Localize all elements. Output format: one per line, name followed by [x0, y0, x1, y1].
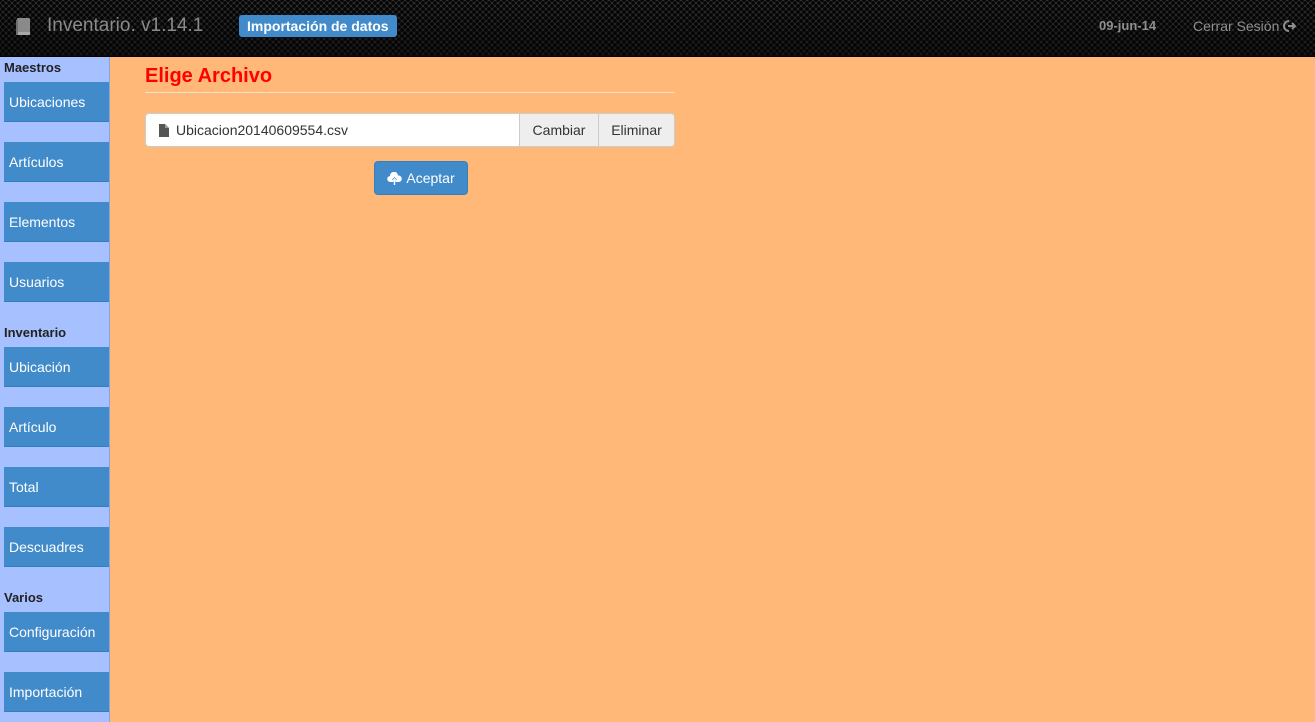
file-icon	[159, 123, 169, 137]
top-navbar: Inventario. v1.14.1 Importación de datos…	[0, 0, 1315, 57]
sidebar-item-articulo[interactable]: Artículo	[4, 407, 109, 447]
sidebar-item-usuarios[interactable]: Usuarios	[4, 262, 109, 302]
sidebar-item-importacion[interactable]: Importación	[4, 672, 109, 712]
sidebar-item-descuadres[interactable]: Descuadres	[4, 527, 109, 567]
section-varios: Varios	[4, 590, 44, 605]
file-input-group: Ubicacion20140609554.csv Cambiar Elimina…	[145, 113, 675, 147]
accept-label: Aceptar	[406, 170, 455, 186]
page-title: Elige Archivo	[145, 65, 273, 87]
book-icon	[16, 17, 30, 35]
file-display[interactable]: Ubicacion20140609554.csv	[146, 114, 519, 146]
page-badge: Importación de datos	[239, 15, 397, 37]
change-file-button[interactable]: Cambiar	[519, 114, 598, 146]
logout-link[interactable]: Cerrar Sesión	[1193, 18, 1297, 34]
title-divider	[145, 92, 675, 93]
section-inventario: Inventario	[4, 325, 67, 340]
logout-label: Cerrar Sesión	[1193, 18, 1280, 34]
current-date: 09-jun-14	[1099, 18, 1157, 33]
remove-file-button[interactable]: Eliminar	[598, 114, 674, 146]
sidebar-item-configuracion[interactable]: Configuración	[4, 612, 109, 652]
logout-icon	[1283, 20, 1297, 32]
cloud-upload-icon	[387, 171, 403, 185]
brand[interactable]: Inventario. v1.14.1	[16, 15, 203, 37]
sidebar-item-ubicacion[interactable]: Ubicación	[4, 347, 109, 387]
app-title: Inventario. v1.14.1	[47, 15, 204, 36]
file-name-text: Ubicacion20140609554.csv	[176, 122, 349, 138]
sidebar-item-elementos[interactable]: Elementos	[4, 202, 109, 242]
sidebar-item-total[interactable]: Total	[4, 467, 109, 507]
sidebar-item-ubicaciones[interactable]: Ubicaciones	[4, 82, 109, 122]
sidebar: Maestros Ubicaciones Artículos Elementos…	[0, 57, 110, 722]
accept-button[interactable]: Aceptar	[374, 161, 468, 195]
sidebar-item-articulos[interactable]: Artículos	[4, 142, 109, 182]
section-maestros: Maestros	[4, 60, 62, 75]
